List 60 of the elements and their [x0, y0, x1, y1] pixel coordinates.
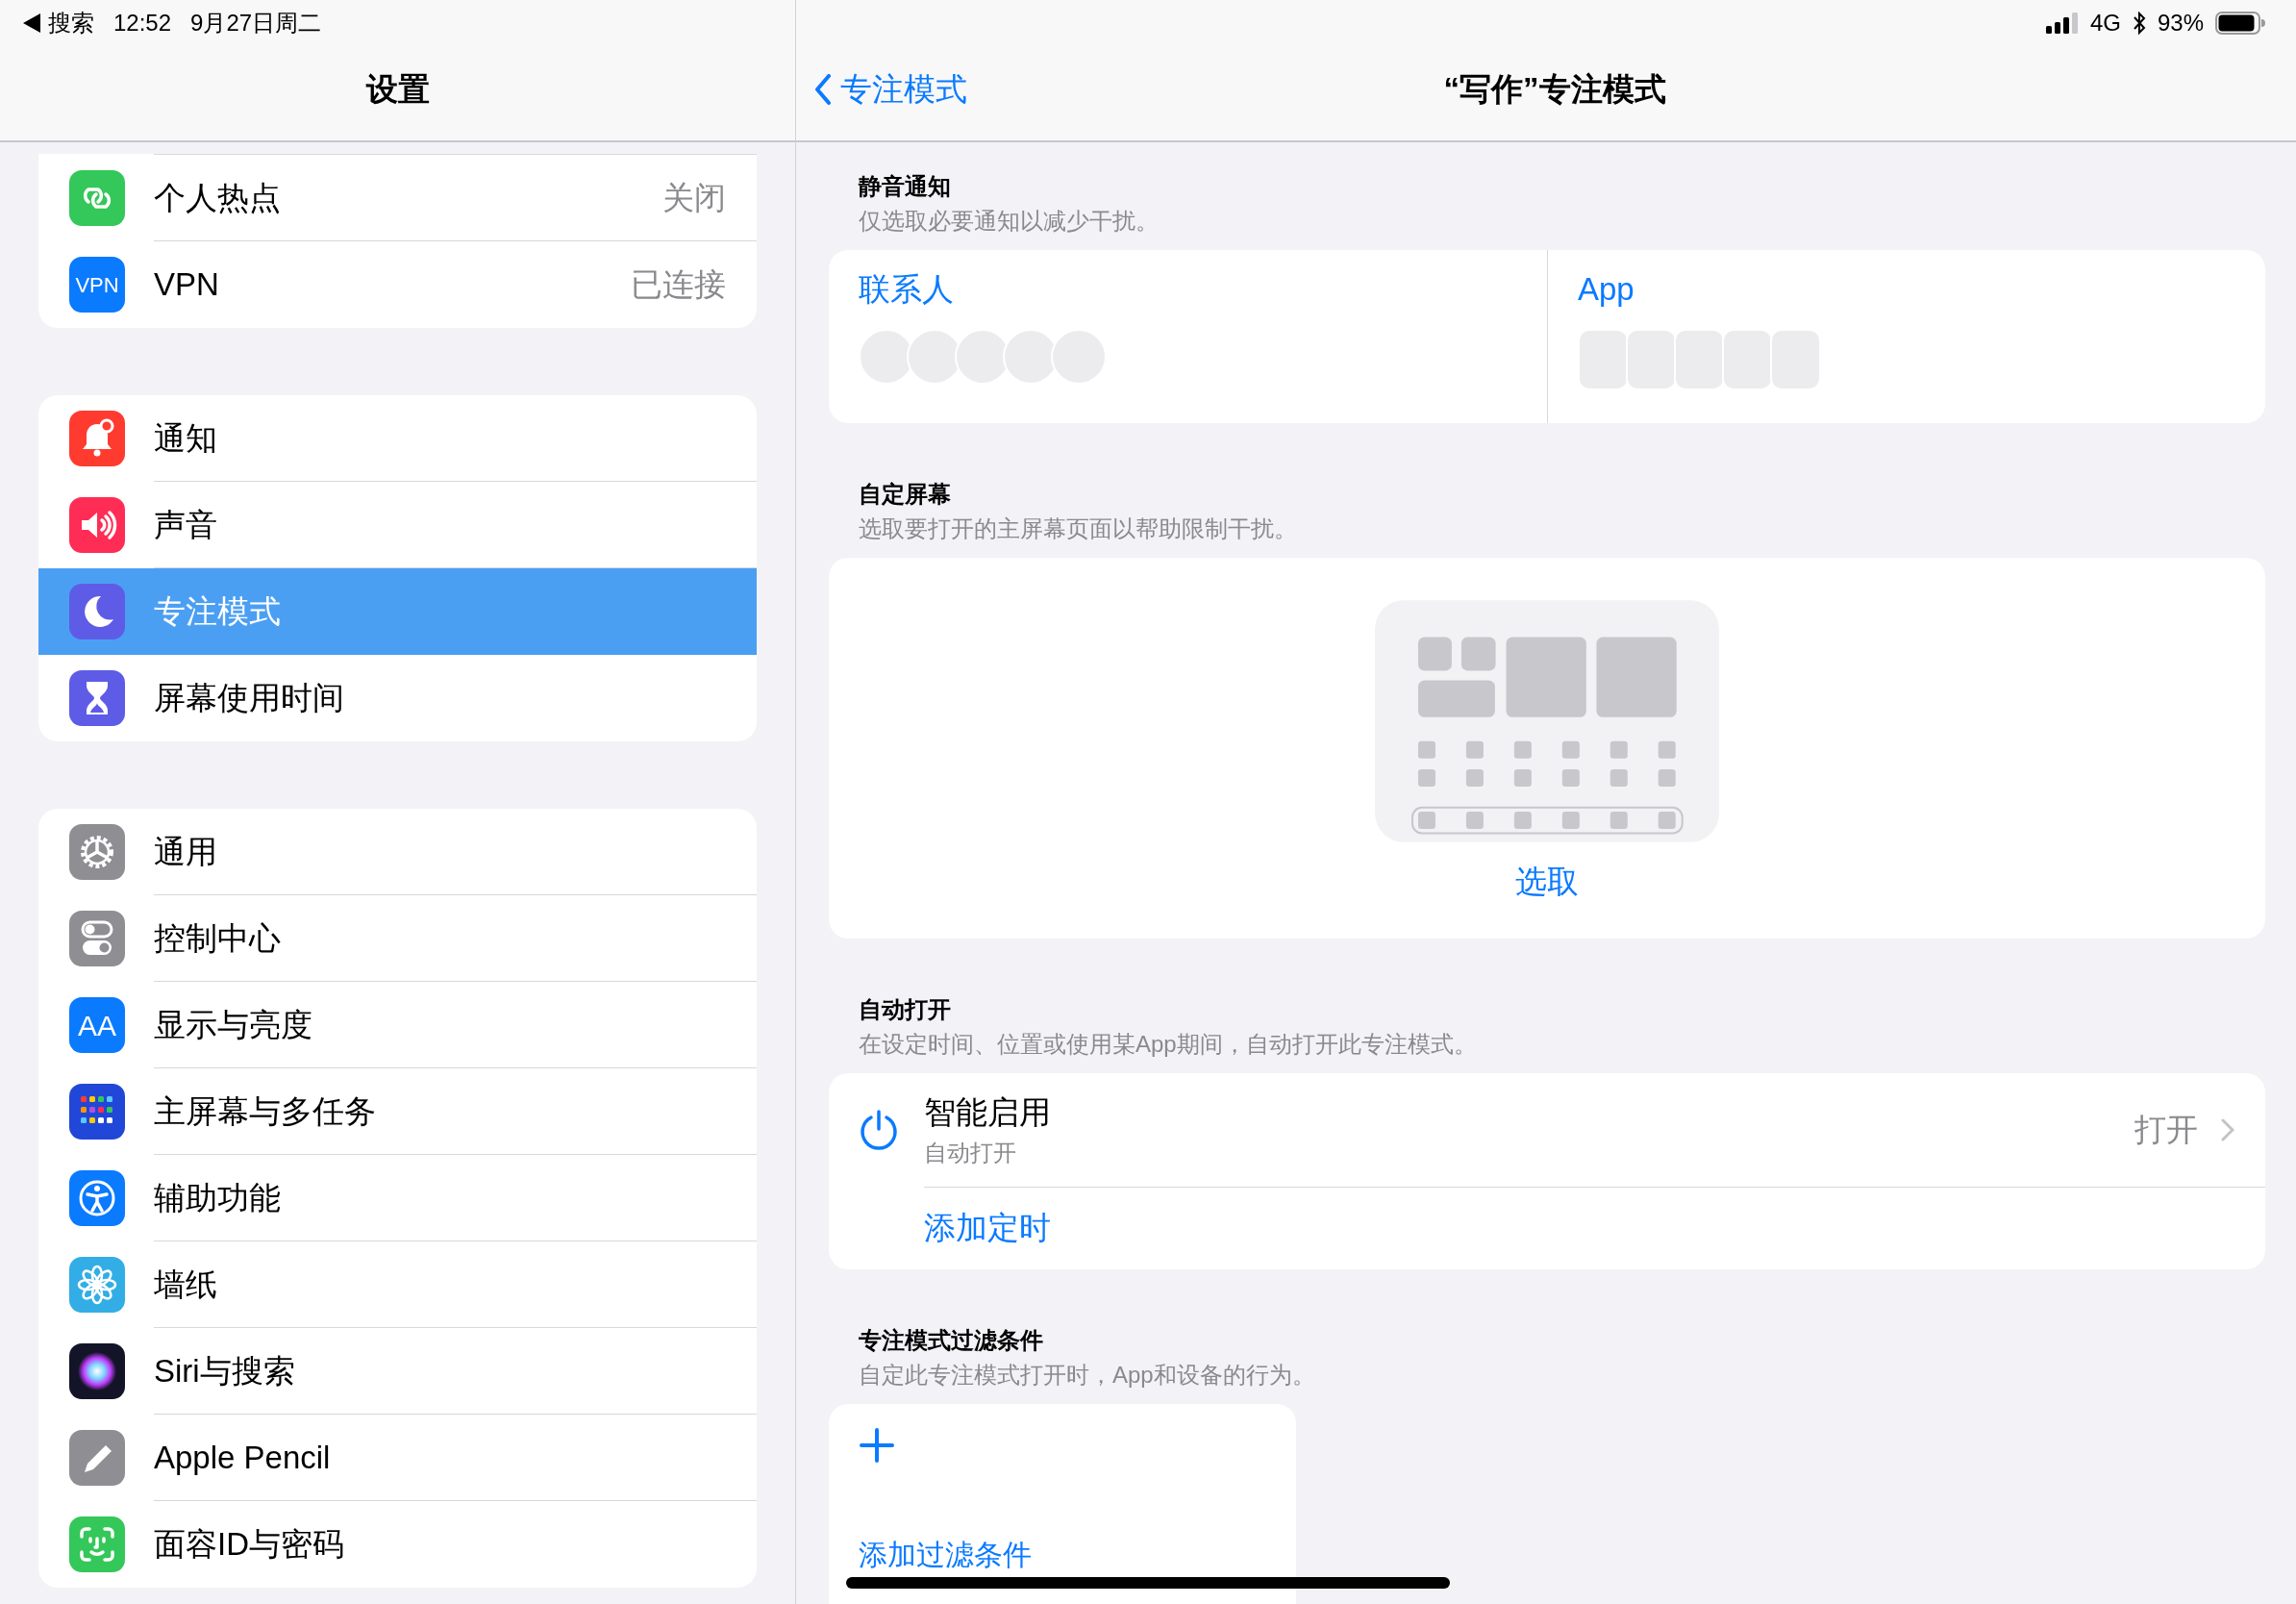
back-to-app-link[interactable]: 搜索: [48, 6, 94, 40]
sidebar-item[interactable]: VPN VPN 已连接: [38, 241, 757, 328]
hourglass-icon: [69, 670, 125, 726]
sidebar-item[interactable]: 通用: [38, 809, 757, 895]
section-description: 自定此专注模式打开时，App和设备的行为。: [858, 1360, 1316, 1390]
app-grid-icon: [69, 1084, 125, 1140]
hotspot-icon: [69, 170, 125, 226]
chevron-left-icon[interactable]: [813, 74, 833, 105]
section-description: 仅选取必要通知以减少干扰。: [858, 207, 1160, 236]
section-header: 自定屏幕: [858, 480, 952, 509]
add-filter-link[interactable]: 添加过滤条件: [859, 1532, 1032, 1576]
gear-icon: [69, 824, 125, 880]
orb-icon: [69, 1343, 125, 1399]
toggles-icon: [69, 911, 125, 966]
section-header: 专注模式过滤条件: [858, 1325, 1044, 1355]
add-schedule-link[interactable]: 添加定时: [924, 1204, 1051, 1252]
section-header: 自动打开: [858, 994, 952, 1024]
accessibility-icon: [69, 1170, 125, 1226]
sidebar-item[interactable]: Apple Pencil: [38, 1415, 757, 1501]
status-date: 9月27日周二: [190, 9, 322, 38]
section-description: 选取要打开的主屏幕页面以帮助限制干扰。: [858, 514, 1298, 543]
plus-icon[interactable]: [859, 1426, 895, 1464]
sidebar-item[interactable]: AA 显示与亮度: [38, 982, 757, 1068]
signal-icon: [2045, 13, 2079, 34]
back-triangle-icon[interactable]: [23, 13, 40, 33]
sidebar-item[interactable]: 屏幕使用时间: [38, 655, 757, 741]
sidebar-item[interactable]: 通知: [38, 395, 757, 482]
bell-icon: [69, 411, 125, 466]
flower-icon: [69, 1257, 125, 1313]
sidebar-item[interactable]: Siri与搜索: [38, 1328, 757, 1415]
speaker-icon: [69, 497, 125, 553]
apps-link[interactable]: App: [1578, 265, 1635, 313]
battery-icon: [2215, 12, 2265, 35]
sidebar-item[interactable]: 面容ID与密码: [38, 1501, 757, 1588]
back-button[interactable]: 专注模式: [813, 65, 967, 113]
status-time: 12:52: [113, 9, 172, 38]
item-status: 已连接: [631, 265, 726, 305]
section-description: 在设定时间、位置或使用某App期间，自动打开此专注模式。: [858, 1029, 1478, 1059]
face-id-icon: [69, 1516, 125, 1572]
chevron-right-icon: [2221, 1117, 2234, 1141]
battery-percent: 93%: [2157, 9, 2204, 38]
vpn-icon: VPN: [69, 257, 125, 313]
sidebar-item[interactable]: 墙纸: [38, 1241, 757, 1328]
contacts-link[interactable]: 联系人: [859, 265, 954, 313]
power-icon: [859, 1109, 899, 1150]
item-status: 关闭: [662, 178, 726, 217]
sidebar-item[interactable]: 主屏幕与多任务: [38, 1068, 757, 1155]
section-header: 静音通知: [857, 172, 952, 201]
schedule-row[interactable]: 智能启用 自动打开 打开: [829, 1072, 2265, 1187]
bluetooth-icon: [2132, 12, 2146, 35]
display-icon: AA: [69, 997, 125, 1053]
sidebar-item[interactable]: 控制中心: [38, 895, 757, 982]
pencil-icon: [69, 1430, 125, 1486]
page-title: “写作”专注模式: [1443, 70, 1666, 110]
moon-icon: [69, 584, 125, 639]
sidebar-item[interactable]: 辅助功能: [38, 1155, 757, 1241]
sidebar-title: 设置: [364, 70, 431, 110]
sidebar-item[interactable]: 个人热点 关闭: [38, 155, 757, 241]
select-link[interactable]: 选取: [1515, 858, 1579, 906]
network-type: 4G: [2089, 9, 2121, 38]
